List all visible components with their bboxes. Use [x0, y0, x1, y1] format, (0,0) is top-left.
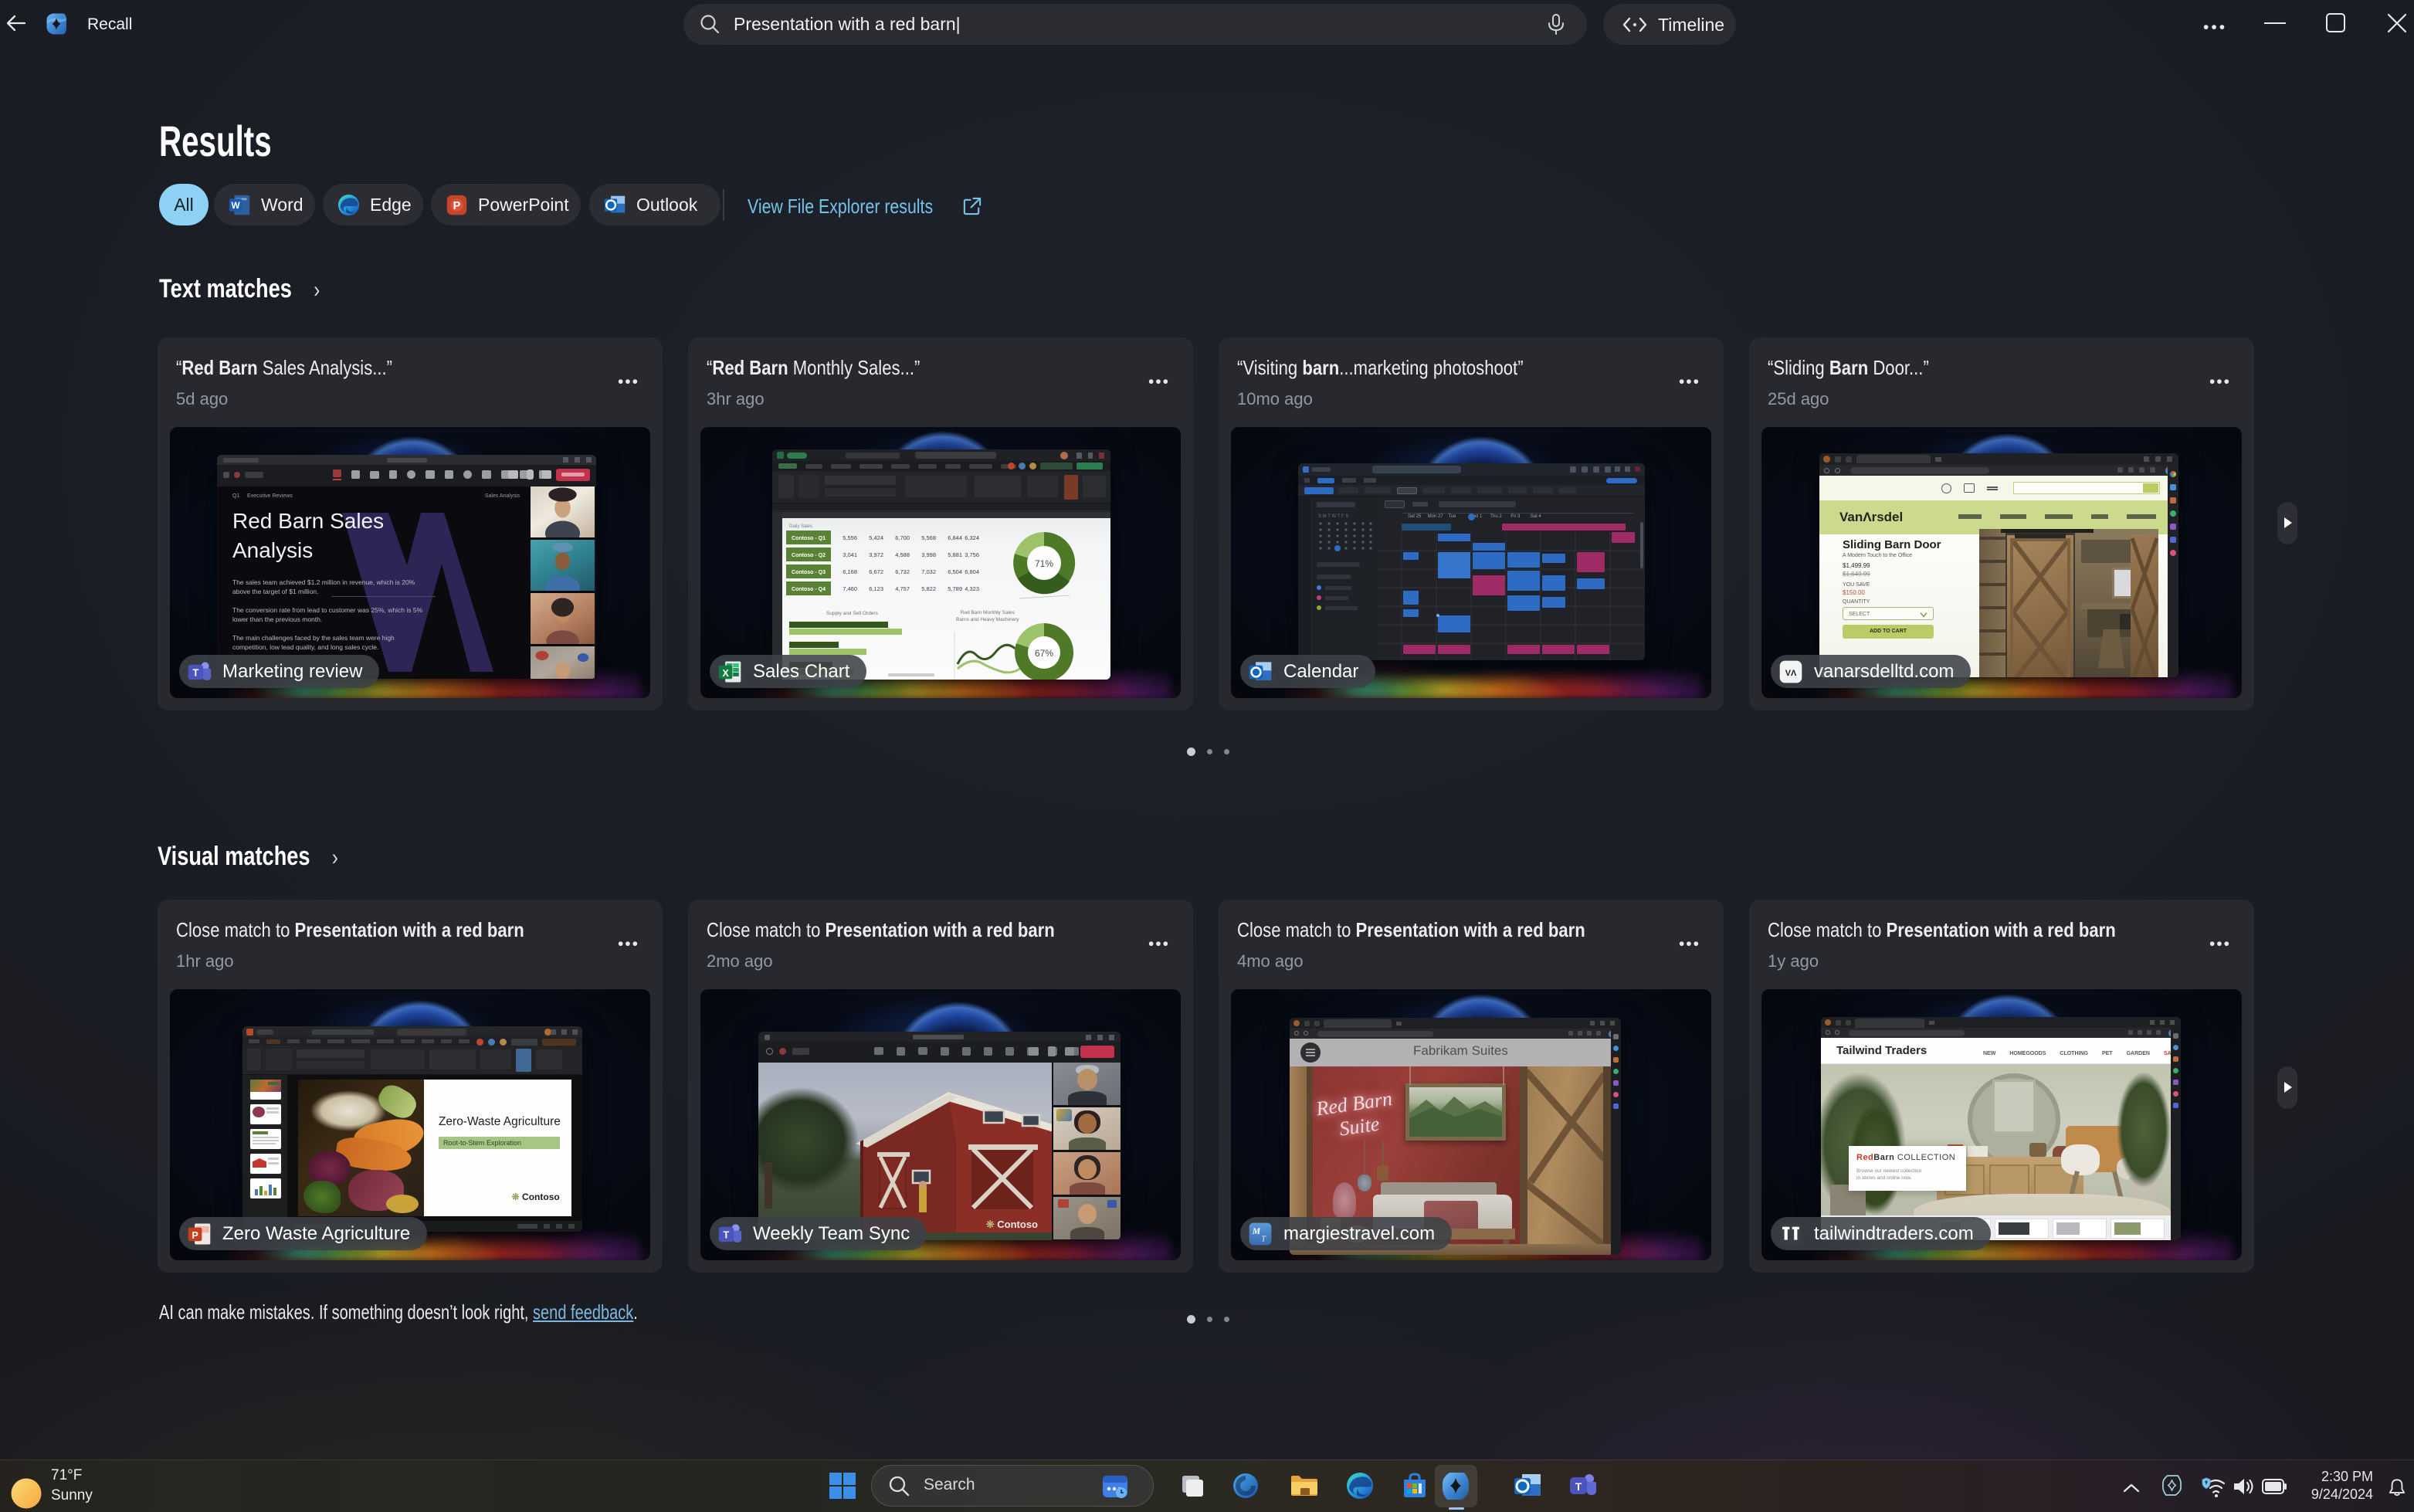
svg-text:4,588: 4,588	[895, 551, 910, 558]
svg-text:7,032: 7,032	[921, 568, 936, 575]
svg-text:6,804: 6,804	[965, 568, 979, 575]
svg-text:5,822: 5,822	[921, 585, 936, 592]
svg-text:6,123: 6,123	[869, 585, 883, 592]
svg-text:4,757: 4,757	[895, 585, 910, 592]
svg-text:P: P	[453, 199, 461, 212]
svg-text:Contoso - Q1: Contoso - Q1	[792, 536, 826, 541]
svg-text:T: T	[1575, 1480, 1582, 1493]
svg-text:5,881: 5,881	[948, 551, 962, 558]
svg-text:7,460: 7,460	[843, 585, 857, 592]
svg-text:5,424: 5,424	[869, 534, 883, 541]
svg-text:S M T W T F S: S M T W T F S	[1318, 514, 1348, 519]
svg-text:Contoso - Q4: Contoso - Q4	[792, 587, 826, 592]
svg-text:6,700: 6,700	[895, 534, 910, 541]
svg-text:T: T	[724, 1229, 730, 1240]
svg-text:Contoso - Q3: Contoso - Q3	[792, 570, 826, 575]
svg-text:T: T	[193, 667, 199, 678]
svg-text:VΛ: VΛ	[1785, 669, 1797, 678]
svg-text:3,041: 3,041	[843, 551, 857, 558]
svg-text:3,972: 3,972	[869, 551, 883, 558]
svg-text:6,844: 6,844	[948, 534, 962, 541]
svg-text:5,789: 5,789	[948, 585, 962, 592]
svg-text:6,168: 6,168	[843, 568, 857, 575]
svg-text:3,998: 3,998	[921, 551, 936, 558]
svg-text:X: X	[722, 667, 729, 678]
svg-text:5,556: 5,556	[843, 534, 857, 541]
svg-text:71%: 71%	[1035, 558, 1053, 569]
svg-text:P: P	[192, 1229, 198, 1240]
svg-text:M: M	[1252, 1226, 1261, 1236]
svg-text:4,323: 4,323	[965, 585, 979, 592]
svg-text:Contoso - Q2: Contoso - Q2	[792, 553, 826, 558]
svg-text:6,324: 6,324	[965, 534, 979, 541]
svg-text:67%: 67%	[1035, 648, 1053, 659]
svg-text:3,756: 3,756	[965, 551, 979, 558]
svg-text:W: W	[232, 201, 241, 211]
svg-text:6,672: 6,672	[869, 568, 883, 575]
svg-text:5,568: 5,568	[921, 534, 936, 541]
svg-text:6,504: 6,504	[948, 568, 962, 575]
svg-text:6,732: 6,732	[895, 568, 910, 575]
